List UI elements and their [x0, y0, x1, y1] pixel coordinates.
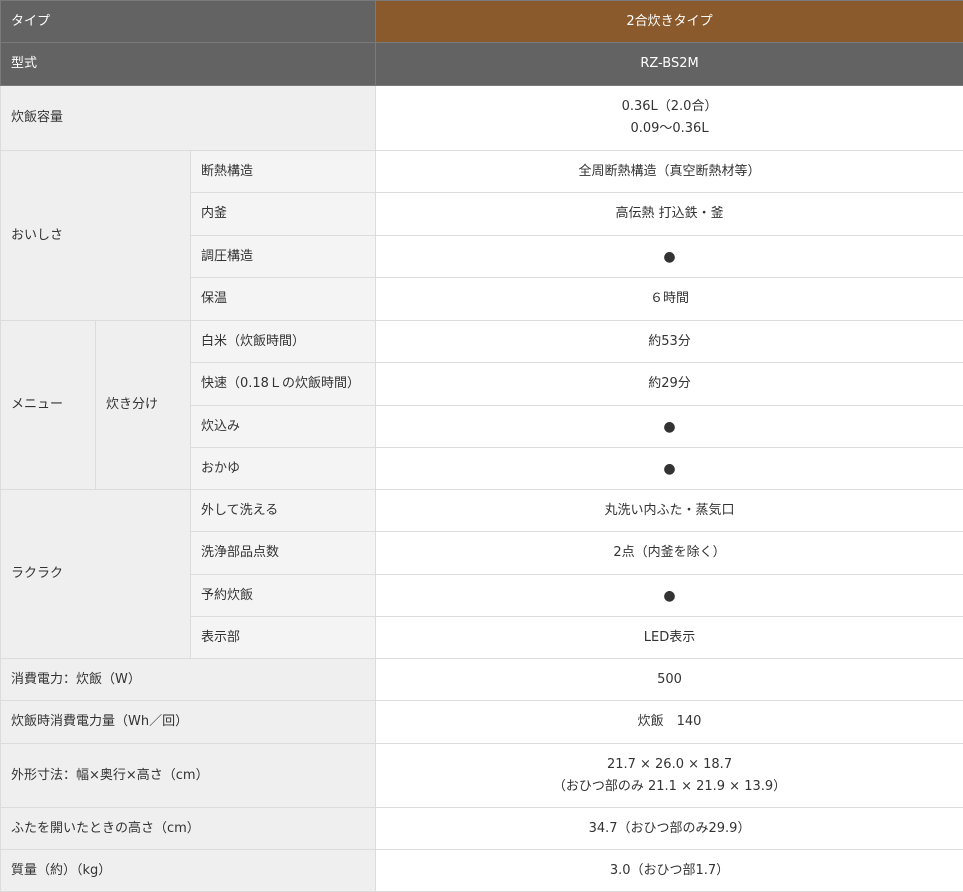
capacity-row: 炊飯容量 0.36L（2.0合） 0.09～0.36L: [1, 86, 963, 151]
row-value: 2点（内釜を除く）: [376, 532, 963, 575]
energy-label: 炊飯時消費電力量（Wh／回）: [1, 701, 376, 744]
type-row: タイプ 2合炊きタイプ: [1, 1, 963, 43]
model-row: 型式 RZ-BS2M: [1, 43, 963, 86]
row-label: 外して洗える: [191, 490, 376, 532]
table-row: おいしさ 断熱構造 全周断熱構造（真空断熱材等）: [1, 151, 963, 193]
capacity-value-line1: 0.36L（2.0合）: [386, 96, 953, 118]
rakuraku-label: ラクラク: [1, 490, 191, 659]
weight-row: 質量（約）（kg） 3.0（おひつ部1.7）: [1, 850, 963, 892]
row-value: 約29分: [376, 363, 963, 406]
row-value: ６時間: [376, 278, 963, 321]
row-label: 予約炊飯: [191, 575, 376, 617]
size-row: 外形寸法：幅×奥行×高さ（cm） 21.7 × 26.0 × 18.7 （おひつ…: [1, 744, 963, 808]
row-label: 保温: [191, 278, 376, 321]
menu-sub-label: 炊き分け: [96, 321, 191, 490]
size-value-line2: （おひつ部のみ 21.1 × 21.9 × 13.9）: [386, 776, 953, 798]
size-label: 外形寸法：幅×奥行×高さ（cm）: [1, 744, 376, 808]
type-value: 2合炊きタイプ: [376, 1, 963, 43]
capacity-label: 炊飯容量: [1, 86, 376, 151]
power-value: 500: [376, 659, 963, 701]
row-label: 洗浄部品点数: [191, 532, 376, 575]
weight-value: 3.0（おひつ部1.7）: [376, 850, 963, 892]
energy-value: 炊飯 140: [376, 701, 963, 744]
row-value: 高伝熱 打込鉄・釜: [376, 193, 963, 236]
model-value: RZ-BS2M: [376, 43, 963, 86]
energy-row: 炊飯時消費電力量（Wh／回） 炊飯 140: [1, 701, 963, 744]
power-row: 消費電力：炊飯（W） 500: [1, 659, 963, 701]
row-label: 快速（0.18Ｌの炊飯時間）: [191, 363, 376, 406]
check-mark: ●: [376, 236, 963, 278]
row-value: LED表示: [376, 617, 963, 659]
capacity-value-line2: 0.09～0.36L: [386, 118, 953, 140]
check-mark: ●: [376, 575, 963, 617]
row-label: 内釜: [191, 193, 376, 236]
size-value-line1: 21.7 × 26.0 × 18.7: [386, 754, 953, 776]
row-label: 断熱構造: [191, 151, 376, 193]
lid-height-label: ふたを開いたときの高さ（cm）: [1, 808, 376, 850]
row-label: 表示部: [191, 617, 376, 659]
table-row: ラクラク 外して洗える 丸洗い内ふた・蒸気口: [1, 490, 963, 532]
capacity-value: 0.36L（2.0合） 0.09～0.36L: [376, 86, 963, 151]
row-value: 約53分: [376, 321, 963, 363]
oishisa-label: おいしさ: [1, 151, 191, 321]
type-label: タイプ: [1, 1, 376, 43]
row-label: 調圧構造: [191, 236, 376, 278]
row-label: おかゆ: [191, 448, 376, 490]
power-label: 消費電力：炊飯（W）: [1, 659, 376, 701]
model-label: 型式: [1, 43, 376, 86]
row-value: 全周断熱構造（真空断熱材等）: [376, 151, 963, 193]
size-value: 21.7 × 26.0 × 18.7 （おひつ部のみ 21.1 × 21.9 ×…: [376, 744, 963, 808]
check-mark: ●: [376, 406, 963, 448]
menu-label: メニュー: [1, 321, 96, 490]
lid-height-row: ふたを開いたときの高さ（cm） 34.7（おひつ部のみ29.9）: [1, 808, 963, 850]
row-value: 丸洗い内ふた・蒸気口: [376, 490, 963, 532]
weight-label: 質量（約）（kg）: [1, 850, 376, 892]
spec-table: タイプ 2合炊きタイプ 型式 RZ-BS2M 炊飯容量 0.36L（2.0合） …: [0, 0, 963, 892]
table-row: メニュー 炊き分け 白米（炊飯時間） 約53分: [1, 321, 963, 363]
check-mark: ●: [376, 448, 963, 490]
row-label: 白米（炊飯時間）: [191, 321, 376, 363]
lid-height-value: 34.7（おひつ部のみ29.9）: [376, 808, 963, 850]
row-label: 炊込み: [191, 406, 376, 448]
